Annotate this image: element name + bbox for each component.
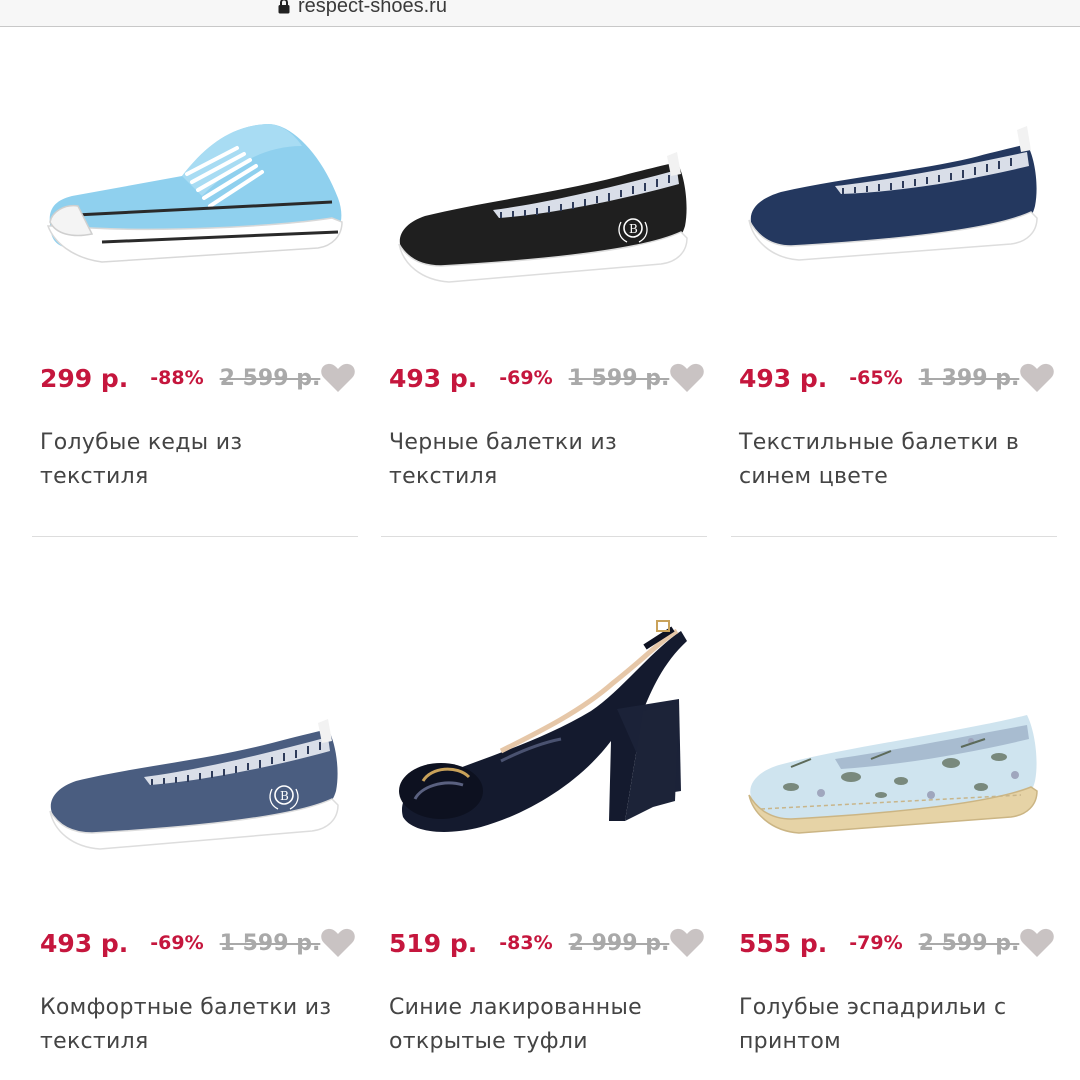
heart-icon[interactable] (1019, 362, 1055, 394)
discount-badge: -69% (150, 932, 204, 954)
price: 493 р. (389, 363, 478, 393)
price-row: 493 р. -65% 1 399 р. (739, 356, 1055, 400)
heart-icon[interactable] (320, 362, 356, 394)
old-price: 2 599 р. (219, 365, 321, 391)
old-price: 1 599 р. (219, 930, 321, 956)
product-title[interactable]: Комфортные балетки из текстиля (40, 991, 340, 1059)
price: 519 р. (389, 928, 478, 958)
black-ballet-flat-image[interactable]: B (381, 26, 707, 326)
svg-text:B: B (629, 222, 638, 236)
navy-ballet-flat-image[interactable] (731, 26, 1057, 326)
product-title[interactable]: Голубые эспадрильи с принтом (739, 991, 1039, 1059)
product-title[interactable]: Голубые кеды из текстиля (40, 426, 340, 494)
discount-badge: -65% (849, 367, 903, 389)
denim-ballet-flat-image[interactable]: B (32, 591, 358, 891)
price-row: 555 р. -79% 2 599 р. (739, 921, 1055, 965)
price-row: 299 р. -88% 2 599 р. (40, 356, 356, 400)
url-display[interactable]: respect-shoes.ru (278, 0, 447, 18)
price-row: 493 р. -69% 1 599 р. (40, 921, 356, 965)
price: 493 р. (40, 928, 129, 958)
heart-icon[interactable] (320, 927, 356, 959)
blue-sneaker-image[interactable] (32, 26, 358, 326)
card-divider (32, 536, 358, 537)
heart-icon[interactable] (669, 927, 705, 959)
discount-badge: -88% (150, 367, 204, 389)
lock-icon (278, 0, 290, 14)
heart-icon[interactable] (669, 362, 705, 394)
price: 555 р. (739, 928, 828, 958)
price-row: 519 р. -83% 2 999 р. (389, 921, 705, 965)
price-row: 493 р. -69% 1 599 р. (389, 356, 705, 400)
product-title[interactable]: Текстильные балетки в синем цвете (739, 426, 1039, 494)
old-price: 1 599 р. (568, 365, 670, 391)
old-price: 2 999 р. (568, 930, 670, 956)
browser-address-bar[interactable]: respect-shoes.ru (0, 0, 1080, 27)
product-title[interactable]: Синие лакированные открытые туфли (389, 991, 689, 1059)
patent-slingback-image[interactable] (381, 591, 707, 891)
svg-text:B: B (280, 789, 289, 803)
url-text: respect-shoes.ru (298, 0, 447, 17)
old-price: 2 599 р. (918, 930, 1020, 956)
heart-icon[interactable] (1019, 927, 1055, 959)
price: 299 р. (40, 363, 129, 393)
product-title[interactable]: Черные балетки из текстиля (389, 426, 689, 494)
printed-espadrille-image[interactable] (731, 591, 1057, 891)
card-divider (381, 536, 707, 537)
card-divider (731, 536, 1057, 537)
price: 493 р. (739, 363, 828, 393)
discount-badge: -69% (499, 367, 553, 389)
discount-badge: -83% (499, 932, 553, 954)
old-price: 1 399 р. (918, 365, 1020, 391)
discount-badge: -79% (849, 932, 903, 954)
